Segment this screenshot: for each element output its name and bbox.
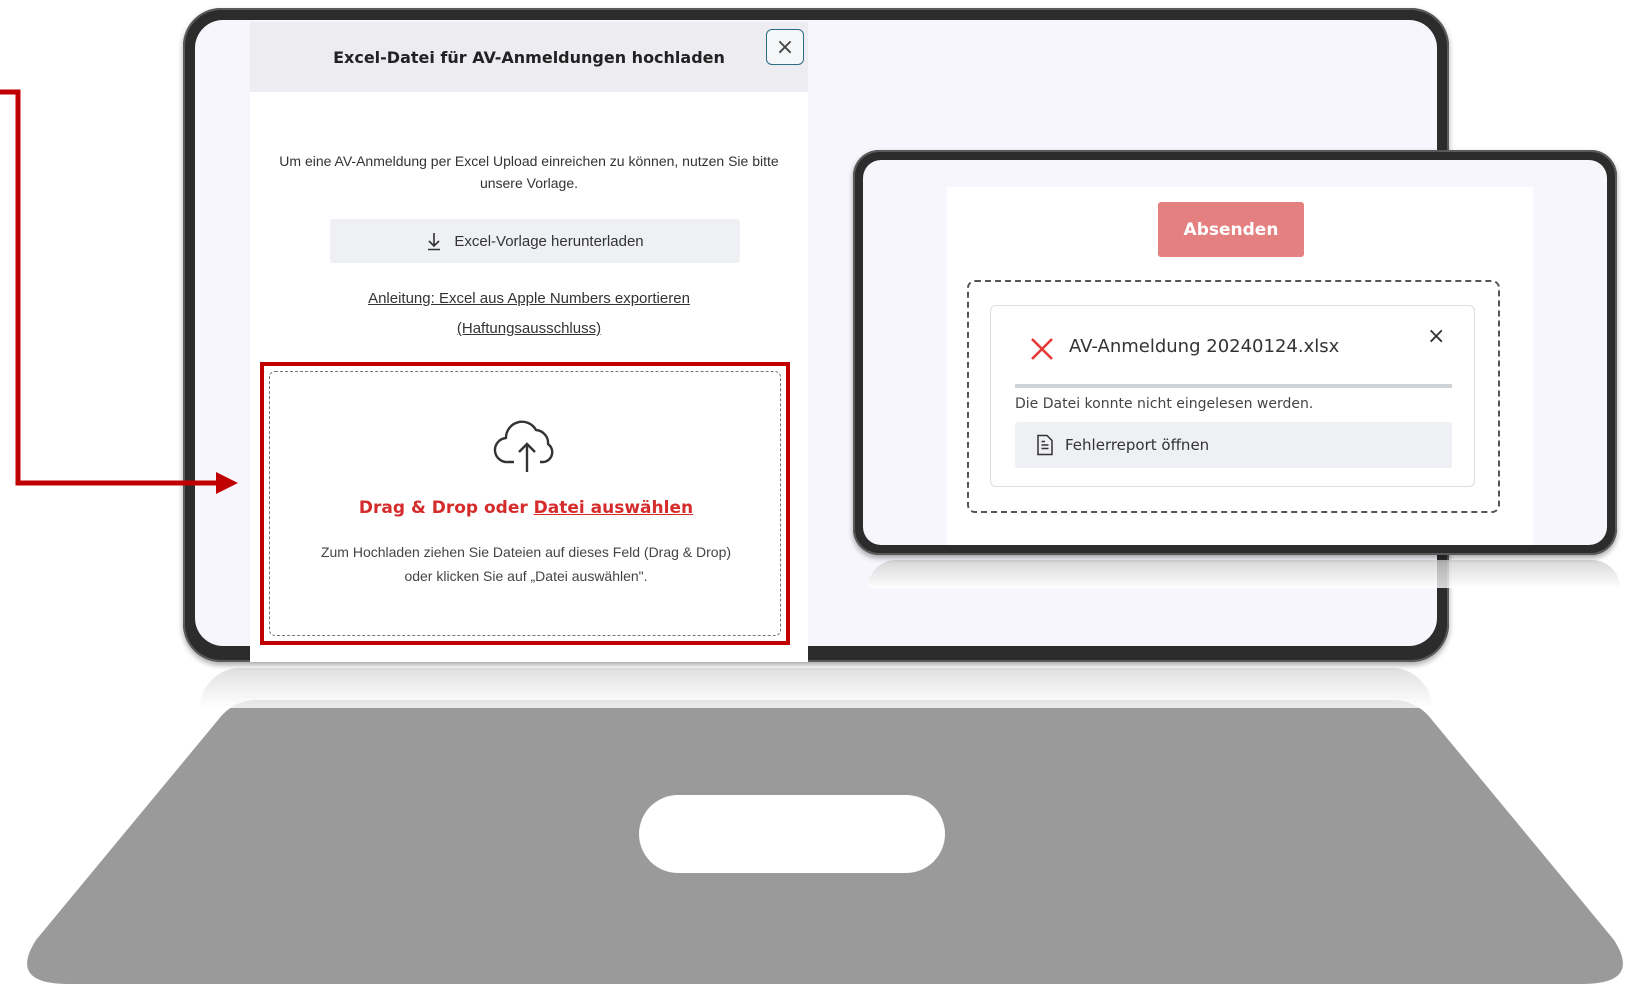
file-error-message: Die Datei konnte nicht eingelesen werden… (1015, 396, 1314, 412)
dropzone-title: Drag & Drop oder Datei auswählen (270, 498, 782, 518)
close-icon: × (1427, 324, 1446, 349)
dialog-title: Excel-Datei für AV-Anmeldungen hochladen (250, 22, 808, 92)
close-icon: × (775, 34, 795, 60)
numbers-guide-link[interactable]: Anleitung: Excel aus Apple Numbers expor… (368, 290, 690, 307)
remove-file-button[interactable]: × (1427, 324, 1445, 349)
document-icon (1037, 434, 1053, 456)
file-progress-bar (1015, 384, 1452, 388)
error-x-icon (1031, 338, 1053, 360)
annotation-arrow (0, 89, 238, 494)
download-template-button[interactable]: Excel-Vorlage herunterladen (330, 219, 740, 263)
file-card: AV-Anmeldung 20240124.xlsx × Die Datei k… (990, 305, 1475, 487)
open-error-report-label: Fehlerreport öffnen (1065, 436, 1210, 454)
numbers-guide-link-row: Anleitung: Excel aus Apple Numbers expor… (250, 290, 808, 307)
disclaimer-link[interactable]: (Haftungsausschluss) (457, 320, 601, 337)
dropzone-description: Zum Hochladen ziehen Sie Dateien auf die… (320, 544, 732, 584)
panel-reflection (868, 560, 1620, 588)
submit-button[interactable]: Absenden (1158, 202, 1304, 257)
laptop-base (27, 700, 1623, 984)
close-dialog-button[interactable]: × (766, 29, 804, 65)
select-file-link[interactable]: Datei auswählen (534, 498, 693, 518)
file-name: AV-Anmeldung 20240124.xlsx (1069, 336, 1340, 357)
intro-text: Um eine AV-Anmeldung per Excel Upload ei… (279, 153, 779, 191)
disclaimer-link-row: (Haftungsausschluss) (250, 320, 808, 337)
touchpad (639, 795, 945, 873)
download-template-label: Excel-Vorlage herunterladen (454, 232, 644, 250)
dropzone-title-prefix: Drag & Drop oder (358, 498, 528, 518)
open-error-report-button[interactable]: Fehlerreport öffnen (1015, 422, 1452, 468)
download-arrow-icon (428, 233, 441, 251)
cloud-upload-icon (493, 420, 554, 472)
screen-reflection (200, 668, 1432, 708)
file-dropzone[interactable]: Drag & Drop oder Datei auswählen Zum Hoc… (269, 371, 781, 636)
